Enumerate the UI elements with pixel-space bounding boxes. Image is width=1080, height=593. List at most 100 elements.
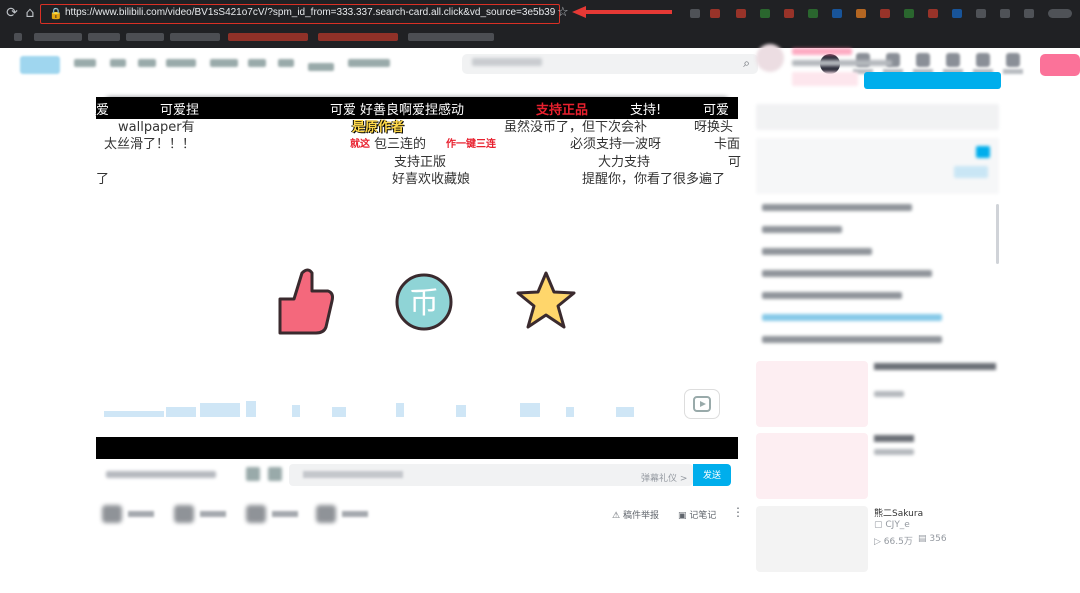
recommend-thumbnail[interactable] bbox=[756, 506, 868, 572]
nav-item[interactable] bbox=[278, 59, 294, 67]
extension-icon[interactable] bbox=[928, 9, 938, 18]
bookmark-star-icon[interactable]: ☆ bbox=[557, 5, 569, 20]
recommend-thumbnail[interactable] bbox=[756, 361, 868, 427]
coin-button[interactable] bbox=[174, 505, 194, 523]
extension-icon[interactable] bbox=[952, 9, 962, 18]
danmaku: 太丝滑了！！！ bbox=[104, 137, 196, 152]
nav-item[interactable] bbox=[138, 59, 156, 67]
extension-icon[interactable] bbox=[904, 9, 914, 18]
viewer-count bbox=[106, 471, 216, 478]
address-bar[interactable]: 🔒 https://www.bilibili.com/video/BV1sS42… bbox=[40, 4, 560, 24]
playlist-item[interactable] bbox=[762, 226, 842, 233]
bookmark-item[interactable] bbox=[170, 33, 220, 41]
reload-icon[interactable]: ⟳ bbox=[4, 5, 20, 21]
danmaku: 必须支持一波呀 bbox=[570, 137, 662, 152]
red-arrow-annotation bbox=[572, 6, 672, 18]
upload-button[interactable] bbox=[1040, 54, 1080, 76]
send-danmaku-button[interactable]: 发送 bbox=[693, 464, 731, 486]
nav-item[interactable] bbox=[248, 59, 266, 67]
recommend-thumbnail[interactable] bbox=[756, 433, 868, 499]
uploader-desc bbox=[792, 60, 892, 66]
extension-icon[interactable] bbox=[808, 9, 818, 18]
view-count: ▷ 66.5万 bbox=[874, 537, 913, 547]
danmaku: 作一键三连 bbox=[446, 139, 496, 150]
extension-icon[interactable] bbox=[710, 9, 720, 18]
more-icon[interactable]: ⋮ bbox=[732, 505, 744, 519]
recommend-title[interactable] bbox=[874, 435, 914, 442]
like-button[interactable] bbox=[102, 505, 122, 523]
danmaku-input[interactable]: 弹幕礼仪 > bbox=[289, 464, 693, 486]
tv-icon[interactable] bbox=[684, 389, 720, 419]
right-sidebar: 熊二Sakura ▢ CJY_e ▷ 66.5万 ▤ 356 bbox=[756, 44, 1006, 572]
warning-icon: ⚠ bbox=[612, 511, 623, 521]
extension-icon[interactable] bbox=[690, 9, 700, 18]
search-icon[interactable]: ⌕ bbox=[743, 56, 750, 71]
extension-icon[interactable] bbox=[832, 9, 842, 18]
bookmark-item[interactable] bbox=[318, 33, 398, 41]
thumbs-up-icon[interactable] bbox=[270, 265, 336, 337]
profile-button[interactable] bbox=[1048, 9, 1072, 18]
nav-item[interactable] bbox=[210, 59, 238, 67]
bookmark-item[interactable] bbox=[88, 33, 120, 41]
coin-count bbox=[200, 511, 226, 517]
extension-icon[interactable] bbox=[1000, 9, 1010, 18]
recommend-card[interactable]: 熊二Sakura ▢ CJY_e ▷ 66.5万 ▤ 356 bbox=[756, 506, 999, 572]
autoplay-toggle[interactable] bbox=[976, 146, 990, 158]
recommend-uploader: ▢ CJY_e bbox=[874, 520, 910, 530]
recommend-card[interactable] bbox=[756, 433, 999, 499]
recommend-title[interactable]: 熊二Sakura bbox=[874, 506, 923, 519]
playlist-scrollbar[interactable] bbox=[996, 204, 999, 264]
extension-icon[interactable] bbox=[736, 9, 746, 18]
playlist-item[interactable] bbox=[762, 292, 902, 299]
nav-item[interactable] bbox=[348, 59, 390, 67]
like-count bbox=[128, 511, 154, 517]
favorite-button[interactable] bbox=[246, 505, 266, 523]
share-button[interactable] bbox=[316, 505, 336, 523]
nav-item[interactable] bbox=[166, 59, 196, 67]
report-link[interactable]: ⚠ 稿件举报 bbox=[612, 508, 659, 521]
nav-item[interactable] bbox=[74, 59, 96, 67]
playlist-item[interactable] bbox=[762, 336, 942, 343]
danmaku-settings-icon[interactable] bbox=[268, 467, 282, 481]
bookmark-item[interactable] bbox=[408, 33, 494, 41]
notes-link[interactable]: ▣ 记笔记 bbox=[678, 508, 716, 521]
extension-icon[interactable] bbox=[760, 9, 770, 18]
follow-button[interactable] bbox=[864, 72, 1001, 89]
recommend-title[interactable] bbox=[874, 363, 996, 370]
extension-icon[interactable] bbox=[784, 9, 794, 18]
extension-icon[interactable] bbox=[856, 9, 866, 18]
danmaku-toggle-icon[interactable] bbox=[246, 467, 260, 481]
danmaku-list-header[interactable] bbox=[756, 104, 999, 130]
playlist-item[interactable] bbox=[762, 248, 872, 255]
coin-icon[interactable]: 币 bbox=[394, 272, 454, 332]
playlist-item-active[interactable] bbox=[762, 314, 942, 321]
playlist-item[interactable] bbox=[762, 270, 932, 277]
nav-item[interactable] bbox=[110, 59, 126, 67]
video-toolbar: ⚠ 稿件举报 ▣ 记笔记 ⋮ bbox=[96, 501, 744, 529]
charge-button[interactable] bbox=[792, 72, 858, 86]
recommend-card[interactable] bbox=[756, 361, 999, 427]
bookmark-item[interactable] bbox=[228, 33, 308, 41]
recommend-uploader bbox=[874, 449, 914, 455]
video-player[interactable]: 爱 可爱捏 可爱 好善良啊爱捏感动 支持正品 支持! 可爱 wallpaper有… bbox=[96, 97, 741, 459]
danmaku: 爱 bbox=[96, 103, 110, 118]
creator-icon[interactable] bbox=[1006, 53, 1020, 67]
note-icon: ▣ bbox=[678, 511, 690, 521]
uploader-name[interactable] bbox=[792, 48, 852, 55]
playlist-item[interactable] bbox=[762, 204, 912, 211]
danmaku-etiquette-link[interactable]: 弹幕礼仪 > bbox=[641, 471, 687, 484]
bilibili-logo[interactable] bbox=[20, 56, 60, 74]
extension-icon[interactable] bbox=[880, 9, 890, 18]
uploader-avatar[interactable] bbox=[756, 44, 784, 72]
star-icon[interactable] bbox=[514, 269, 578, 333]
bookmark-icon[interactable] bbox=[14, 33, 22, 41]
bookmark-item[interactable] bbox=[34, 33, 82, 41]
subscribe-playlist-button[interactable] bbox=[954, 166, 988, 178]
extension-icon[interactable] bbox=[976, 9, 986, 18]
nav-item[interactable] bbox=[308, 63, 334, 71]
home-icon[interactable]: ⌂ bbox=[22, 5, 38, 21]
bookmark-item[interactable] bbox=[126, 33, 164, 41]
danmaku: 卡面 bbox=[714, 137, 741, 152]
extension-icon[interactable] bbox=[1024, 9, 1034, 18]
search-box[interactable]: ⌕ bbox=[462, 54, 758, 74]
